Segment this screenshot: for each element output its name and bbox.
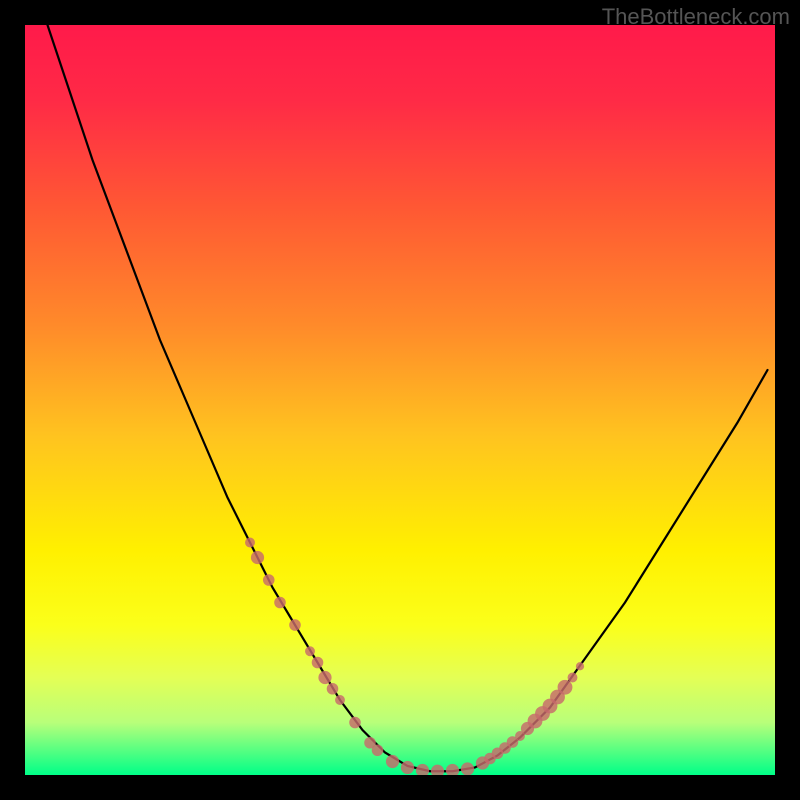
marker-dot xyxy=(349,717,361,729)
marker-dot xyxy=(318,671,331,684)
marker-dot xyxy=(327,683,339,695)
marker-dot xyxy=(372,744,384,756)
chart-frame: TheBottleneck.com xyxy=(0,0,800,800)
marker-dot xyxy=(576,662,584,670)
marker-dot xyxy=(245,538,255,548)
marker-dot xyxy=(289,619,301,631)
marker-dot xyxy=(568,673,578,683)
marker-dot xyxy=(401,761,414,774)
marker-dot xyxy=(335,695,345,705)
marker-dot xyxy=(461,762,474,775)
marker-dot xyxy=(274,597,286,609)
marker-dot xyxy=(312,657,324,669)
marker-dot xyxy=(263,574,275,586)
bottleneck-chart xyxy=(25,25,775,775)
marker-dot xyxy=(251,551,264,564)
marker-dot xyxy=(386,755,399,768)
marker-dot xyxy=(558,680,573,695)
gradient-background xyxy=(25,25,775,775)
marker-dot xyxy=(305,646,315,656)
